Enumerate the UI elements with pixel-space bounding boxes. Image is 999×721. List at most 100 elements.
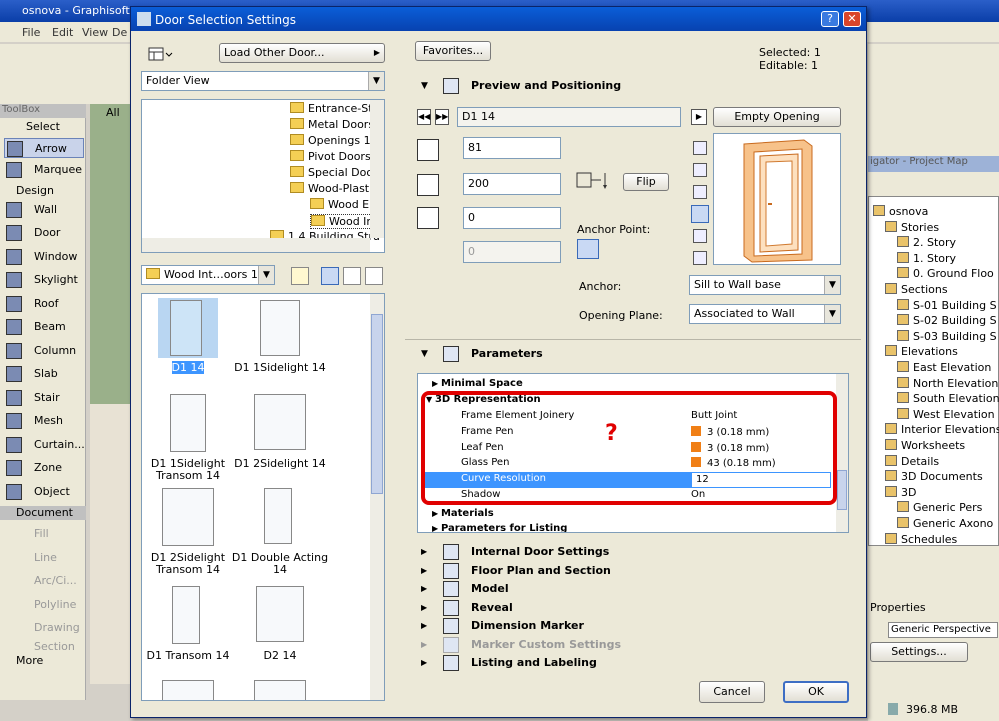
project-map-item[interactable]: S-01 Building S	[897, 298, 997, 312]
menu-edit[interactable]: Edit	[52, 26, 73, 39]
object-name-field[interactable]: D1 14	[457, 107, 681, 127]
view-name-field[interactable]: Generic Perspective	[888, 622, 998, 638]
tool-wall[interactable]: Wall	[4, 200, 84, 220]
tool-section[interactable]: Section	[4, 640, 84, 652]
project-map-item[interactable]: Generic Pers	[897, 501, 982, 514]
design-label[interactable]: Design	[0, 184, 86, 198]
project-map-item[interactable]: 1. Story	[897, 251, 956, 265]
anchor-select[interactable]: Sill to Wall base ▼	[689, 275, 841, 295]
folder-item[interactable]: Metal Doors	[290, 118, 374, 131]
thumbnail-view-icon[interactable]	[321, 267, 339, 285]
tool-stair[interactable]: Stair	[4, 388, 84, 408]
tool-line[interactable]: Line	[4, 548, 84, 568]
tool-zone[interactable]: Zone	[4, 458, 84, 478]
tool-marquee[interactable]: Marquee	[4, 160, 84, 180]
project-map-item[interactable]: Generic Axono	[897, 517, 993, 530]
project-map-item[interactable]: 2. Story	[897, 236, 956, 249]
tool-skylight[interactable]: Skylight	[4, 270, 84, 290]
project-map-item[interactable]: Sections	[885, 283, 948, 296]
anchor-point-center-icon[interactable]	[601, 243, 617, 255]
list-view-icon[interactable]	[343, 267, 361, 285]
project-map-item[interactable]: 0. Ground Floo	[897, 267, 994, 280]
param-group-listing[interactable]: ▶ Parameters for Listing	[418, 523, 567, 532]
tool-roof[interactable]: Roof	[4, 294, 84, 314]
section-reveal[interactable]: ▶ Reveal	[405, 599, 861, 617]
load-other-door-button[interactable]: Load Other Door... ▶	[219, 43, 385, 63]
folder-tree[interactable]: Entrance-Sto Metal Doors Openings 14 Piv…	[141, 99, 385, 253]
library-item-d2[interactable]	[250, 584, 310, 644]
preview-positioning-header[interactable]: ▼ Preview and Positioning	[405, 77, 861, 95]
view-3d-icon[interactable]	[691, 205, 709, 223]
library-item-d1[interactable]	[158, 298, 218, 358]
parent-folder-icon[interactable]	[291, 267, 309, 285]
view-section-icon[interactable]	[693, 163, 707, 177]
folder-item[interactable]: Openings 14	[290, 134, 378, 147]
menu-file[interactable]: File	[22, 26, 40, 39]
tool-polyline[interactable]: Polyline	[4, 595, 84, 615]
tool-fill[interactable]: Fill	[4, 524, 84, 544]
library-item-d1-2sidelight[interactable]	[250, 392, 310, 452]
project-map-item[interactable]: North Elevation	[897, 376, 998, 390]
tool-slab[interactable]: Slab	[4, 364, 84, 384]
library-item-d1-2sidelight-transom[interactable]	[158, 486, 218, 546]
flip-button[interactable]: Flip	[623, 173, 669, 191]
ok-button[interactable]: OK	[783, 681, 849, 703]
section-model[interactable]: ▶ Model	[405, 580, 861, 598]
folder-item[interactable]: Wood En	[310, 198, 376, 211]
project-map-tree[interactable]: osnova Stories 2. Story 1. Story 0. Ground F…	[868, 196, 999, 546]
project-map-item[interactable]: West Elevation	[897, 407, 995, 421]
project-map-item[interactable]: S-02 Building S	[897, 314, 997, 327]
project-map-item[interactable]: 3D	[885, 485, 916, 499]
section-dimension-marker[interactable]: ▶ Dimension Marker	[405, 617, 861, 635]
project-map-item[interactable]: Elevations	[885, 345, 958, 358]
project-map-item[interactable]: South Elevation	[897, 392, 999, 405]
width-field[interactable]: 81	[463, 137, 561, 159]
3d-canvas[interactable]: All	[90, 104, 130, 684]
tool-object[interactable]: Object	[4, 482, 84, 502]
detail-view-icon[interactable]	[365, 267, 383, 285]
project-map-item[interactable]: Interior Elevations	[885, 423, 999, 436]
height-field[interactable]: 200	[463, 173, 561, 195]
library-item-d1-1sidelight-transom[interactable]	[158, 392, 218, 452]
folder-item[interactable]: Wood-Plastic	[290, 182, 378, 195]
param-group-materials[interactable]: ▶ Materials	[418, 508, 494, 519]
next-icon[interactable]: ▶▶	[435, 109, 449, 125]
anchor-point-right-icon[interactable]	[637, 243, 651, 255]
library-items-grid[interactable]: D1 14 D1 1Sidelight 14 D1 1Sidelight Tra…	[141, 293, 385, 701]
folder-tree-vscroll[interactable]	[370, 100, 384, 238]
folder-tree-hscroll[interactable]	[142, 238, 370, 252]
tool-mesh[interactable]: Mesh	[4, 411, 84, 431]
cancel-button[interactable]: Cancel	[699, 681, 765, 703]
param-group-minimal-space[interactable]: ▶ Minimal Space	[432, 378, 523, 389]
project-map-item[interactable]: East Elevation	[897, 361, 991, 374]
opening-plane-select[interactable]: Associated to Wall ▼	[689, 304, 841, 324]
tool-door[interactable]: Door	[4, 223, 84, 243]
anchor-point-left-icon[interactable]	[577, 239, 599, 259]
section-internal-door-settings[interactable]: ▶ Internal Door Settings	[405, 543, 861, 561]
view-settings-button[interactable]: Settings...	[870, 642, 968, 662]
section-listing-labeling[interactable]: ▶ Listing and Labeling	[405, 654, 861, 672]
library-item-d1-double-acting[interactable]	[250, 486, 310, 546]
project-map-item[interactable]: 3D Documents	[885, 470, 983, 483]
library-item-d1-1sidelight[interactable]	[250, 298, 310, 358]
view-mode-icon[interactable]	[143, 45, 173, 65]
tool-drawing[interactable]: Drawing	[4, 618, 84, 638]
project-map-item[interactable]: osnova	[873, 205, 928, 218]
close-button[interactable]: ✕	[843, 11, 861, 27]
parameters-scrollbar[interactable]	[836, 374, 848, 532]
library-item[interactable]	[158, 678, 218, 700]
menu-design[interactable]: De	[112, 26, 127, 39]
tool-curtain-wall[interactable]: Curtain...	[4, 435, 85, 455]
section-floor-plan[interactable]: ▶ Floor Plan and Section	[405, 562, 861, 580]
view-elevation-icon[interactable]	[693, 185, 707, 199]
project-map-item[interactable]: S-03 Building S	[897, 329, 997, 343]
tool-column[interactable]: Column	[4, 341, 84, 361]
document-label[interactable]: Document	[0, 506, 86, 520]
folder-item-selected[interactable]: Wood In	[310, 214, 375, 229]
folder-item[interactable]: Pivot Doors	[290, 150, 371, 163]
parameters-header[interactable]: ▼ Parameters	[405, 345, 861, 363]
library-grid-scrollbar[interactable]	[370, 294, 384, 700]
favorites-button[interactable]: Favorites...	[415, 41, 491, 61]
library-item[interactable]	[250, 678, 310, 700]
project-map-item[interactable]: Schedules	[885, 532, 957, 546]
